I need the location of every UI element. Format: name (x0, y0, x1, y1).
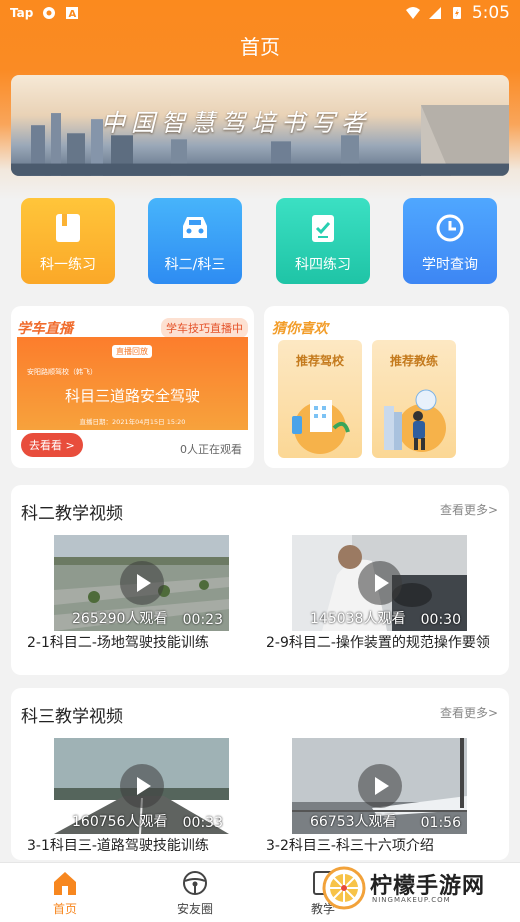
settings-status-icon (43, 7, 56, 19)
watermark-subtext: NINGMAKEUP.COM (372, 896, 451, 904)
home-icon (54, 872, 76, 895)
checklist-icon (312, 215, 334, 242)
video-duration: 01:56 (420, 815, 461, 831)
poster-date: 直播日期：2021年04月15日 15:20 (79, 418, 186, 426)
practice-subject2-3-button[interactable]: 科二/科三 (148, 198, 242, 284)
video-duration: 00:23 (182, 612, 223, 628)
poster-school: 安阳路顺驾校（韩飞） (27, 368, 97, 376)
view-count: 265290人观看 (72, 611, 168, 627)
font-status-icon: A (66, 7, 79, 20)
school-illustration-icon (292, 400, 350, 454)
live-stream-card[interactable]: 学车直播 学车技巧直播中 直播回放 安阳路顺驾校（韩飞） 科目三道路安全驾驶 直… (11, 306, 254, 468)
recommend-label: 推荐驾校 (295, 354, 344, 368)
nav-home[interactable]: 首页 (30, 869, 100, 917)
poster-title: 科目三道路安全驾驶 (64, 387, 200, 405)
play-icon[interactable] (120, 561, 164, 605)
quick-label: 科一练习 (40, 257, 96, 273)
watermark-logo: 柠檬手游网 NINGMAKEUP.COM (322, 862, 512, 914)
video-title[interactable]: 2-1科目二-场地驾驶技能训练 (27, 635, 259, 652)
nav-label: 首页 (52, 902, 77, 916)
view-count: 160756人观看 (72, 814, 168, 830)
video-duration: 00:30 (420, 612, 461, 628)
recommend-label: 推荐教练 (389, 354, 438, 368)
wifi-icon (405, 7, 420, 19)
steering-wheel-icon (183, 871, 207, 895)
recommend-school-button[interactable]: 推荐驾校 (278, 340, 362, 458)
status-time: 5:05 (471, 3, 510, 23)
video-thumbnail[interactable]: 66753人观看 01:56 (292, 738, 467, 834)
svg-text:A: A (69, 9, 77, 20)
play-icon[interactable] (120, 764, 164, 808)
subject3-video-section: 科三教学视频 查看更多> 160756人观看 00:33 3-1科目三-道路驾驶… (11, 688, 509, 860)
quick-label: 科四练习 (295, 257, 351, 273)
signal-icon (428, 7, 441, 19)
see-more-link[interactable]: 查看更多> (440, 704, 498, 721)
video-duration: 00:33 (182, 815, 223, 831)
nav-label: 安友圈 (176, 902, 213, 916)
quick-label: 学时查询 (422, 257, 478, 273)
lemon-logo-icon (322, 866, 366, 910)
subject2-video-section: 科二教学视频 查看更多> 265290人观看 00:23 2-1科目二-场地驾驶… (11, 485, 509, 675)
quick-label: 科二/科三 (164, 257, 226, 273)
section-title: 科三教学视频 (21, 707, 123, 727)
see-more-link[interactable]: 查看更多> (440, 501, 498, 518)
video-thumbnail[interactable]: 145038人观看 00:30 (292, 535, 467, 631)
battery-icon (452, 7, 461, 19)
nav-community[interactable]: 安友圈 (160, 869, 230, 917)
live-tag: 学车直播 (17, 321, 73, 337)
view-count: 145038人观看 (310, 611, 406, 627)
video-thumbnail[interactable]: 160756人观看 00:33 (54, 738, 229, 834)
section-title: 科二教学视频 (21, 504, 123, 524)
status-bar: Tap A 5:05 (0, 0, 520, 28)
coach-illustration-icon (384, 389, 446, 452)
recommend-tag: 猜你喜欢 (272, 321, 328, 337)
video-title[interactable]: 2-9科目二-操作装置的规范操作要领 (266, 635, 498, 652)
go-watch-button[interactable]: 去看看 > (21, 433, 83, 457)
practice-subject1-button[interactable]: 科一练习 (21, 198, 115, 284)
view-count: 66753人观看 (310, 814, 397, 830)
play-icon[interactable] (358, 764, 402, 808)
video-title[interactable]: 3-1科目三-道路驾驶技能训练 (27, 838, 259, 855)
practice-subject4-button[interactable]: 科四练习 (276, 198, 370, 284)
carrier-label: Tap (10, 6, 34, 20)
recommend-card: 猜你喜欢 推荐驾校 推荐教练 (264, 306, 509, 468)
live-status-badge: 学车技巧直播中 (161, 318, 248, 338)
study-hours-button[interactable]: 学时查询 (403, 198, 497, 284)
replay-badge: 直播回放 (112, 345, 152, 358)
page-title: 首页 (240, 35, 280, 59)
watching-count: 0人正在观看 (180, 443, 242, 456)
promo-banner[interactable]: 中国智慧驾培书写者 (11, 75, 509, 176)
play-icon[interactable] (358, 561, 402, 605)
live-poster[interactable]: 直播回放 安阳路顺驾校（韩飞） 科目三道路安全驾驶 直播日期：2021年04月1… (17, 337, 248, 430)
car-icon (183, 217, 207, 238)
bottom-navigation: 首页 安友圈 教学 柠檬手游网 NINGMAKEUP.COM (0, 862, 520, 922)
banner-slogan: 中国智慧驾培书写者 (101, 109, 371, 137)
quick-menu: 科一练习 科二/科三 科四练习 学时查询 (0, 186, 520, 292)
recommend-coach-button[interactable]: 推荐教练 (372, 340, 456, 458)
video-thumbnail[interactable]: 265290人观看 00:23 (54, 535, 229, 631)
video-title[interactable]: 3-2科目三-科三十六项介绍 (266, 838, 498, 855)
clock-icon (436, 214, 464, 242)
book-icon (56, 214, 80, 242)
